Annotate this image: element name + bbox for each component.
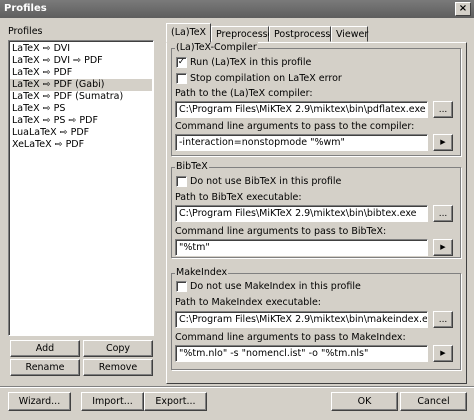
makeindex-args-menu-button[interactable]: ▶ <box>433 345 453 362</box>
footer-separator <box>0 386 474 388</box>
bibtex-browse-button[interactable]: ... <box>433 205 453 222</box>
bibtex-args-input[interactable]: "%tm" <box>175 239 428 256</box>
arrow-right-icon: ▶ <box>440 243 446 251</box>
export-button[interactable]: Export... <box>144 392 207 411</box>
compiler-args-input[interactable]: -interaction=nonstopmode "%wm" <box>175 134 428 151</box>
copy-button[interactable]: Copy <box>83 340 153 357</box>
tab-postprocessor[interactable]: Postprocessor <box>269 26 340 42</box>
profile-list-item[interactable]: LaTeX ⇨ PS <box>10 103 152 115</box>
tab-preprocessor[interactable]: Preprocessor <box>211 26 277 42</box>
title-bar: Profiles <box>0 0 474 18</box>
makeindex-args-label: Command line arguments to pass to MakeIn… <box>175 332 406 343</box>
profile-list-item[interactable]: LaTeX ⇨ PDF <box>10 67 152 79</box>
disable-bibtex-checkbox[interactable] <box>176 176 187 187</box>
arrow-right-icon: ▶ <box>440 138 446 146</box>
close-button[interactable]: × <box>455 2 471 16</box>
profiles-label: Profiles <box>8 26 43 37</box>
makeindex-args-input[interactable]: "%tm.nlo" -s "nomencl.ist" -o "%tm.nls" <box>175 345 428 362</box>
profile-list-item[interactable]: XeLaTeX ⇨ PDF <box>10 139 152 151</box>
disable-bibtex-label: Do not use BibTeX in this profile <box>190 176 342 187</box>
run-latex-checkbox[interactable]: ✓ <box>176 57 187 68</box>
close-icon: × <box>458 3 468 14</box>
arrow-right-icon: ▶ <box>440 349 446 357</box>
tab-latex[interactable]: (La)TeX <box>166 23 211 43</box>
cancel-button[interactable]: Cancel <box>400 392 467 411</box>
window-title: Profiles <box>4 3 47 14</box>
compiler-path-label: Path to the (La)TeX compiler: <box>175 88 313 99</box>
tab-viewer[interactable]: Viewer <box>331 26 368 42</box>
profile-list-item[interactable]: LaTeX ⇨ PS ⇨ PDF <box>10 115 152 127</box>
rename-button[interactable]: Rename <box>10 359 80 376</box>
compiler-group-title: (La)TeX-Compiler <box>175 42 258 53</box>
remove-button[interactable]: Remove <box>83 359 153 376</box>
add-button[interactable]: Add <box>10 340 80 357</box>
compiler-args-menu-button[interactable]: ▶ <box>433 134 453 151</box>
disable-makeindex-checkbox[interactable] <box>176 281 187 292</box>
bibtex-path-label: Path to BibTeX executable: <box>175 192 302 203</box>
compiler-args-label: Command line arguments to pass to the co… <box>175 121 415 132</box>
compiler-browse-button[interactable]: ... <box>433 101 453 118</box>
import-button[interactable]: Import... <box>81 392 144 411</box>
tab-viewer-label: Viewer <box>336 29 369 40</box>
profile-list-item[interactable]: LaTeX ⇨ DVI ⇨ PDF <box>10 55 152 67</box>
stop-on-error-label: Stop compilation on LaTeX error <box>190 73 342 84</box>
makeindex-browse-button[interactable]: ... <box>433 311 453 328</box>
profile-list-item[interactable]: LaTeX ⇨ PDF (Sumatra) <box>10 91 152 103</box>
makeindex-path-label: Path to MakeIndex executable: <box>175 297 322 308</box>
profile-list-item[interactable]: LuaLaTeX ⇨ PDF <box>10 127 152 139</box>
tab-latex-label: (La)TeX <box>171 27 207 38</box>
bibtex-group-title: BibTeX <box>175 161 209 172</box>
ok-button[interactable]: OK <box>331 392 398 411</box>
profile-list-item[interactable]: LaTeX ⇨ PDF (Gabi) <box>10 79 152 91</box>
makeindex-path-input[interactable]: C:\Program Files\MiKTeX 2.9\miktex\bin\m… <box>175 311 428 328</box>
bibtex-args-menu-button[interactable]: ▶ <box>433 239 453 256</box>
bibtex-path-input[interactable]: C:\Program Files\MiKTeX 2.9\miktex\bin\b… <box>175 205 428 222</box>
makeindex-group-title: MakeIndex <box>175 267 229 278</box>
profiles-list[interactable]: LaTeX ⇨ DVI LaTeX ⇨ DVI ⇨ PDF LaTeX ⇨ PDF L… <box>8 40 154 336</box>
profile-list-item[interactable]: LaTeX ⇨ DVI <box>10 43 152 55</box>
disable-makeindex-label: Do not use MakeIndex in this profile <box>190 281 361 292</box>
run-latex-label: Run (La)TeX in this profile <box>190 57 312 68</box>
bibtex-args-label: Command line arguments to pass to BibTeX… <box>175 226 387 237</box>
compiler-path-input[interactable]: C:\Program Files\MiKTeX 2.9\miktex\bin\p… <box>175 101 428 118</box>
wizard-button[interactable]: Wizard... <box>8 392 71 411</box>
stop-on-error-checkbox[interactable] <box>176 73 187 84</box>
